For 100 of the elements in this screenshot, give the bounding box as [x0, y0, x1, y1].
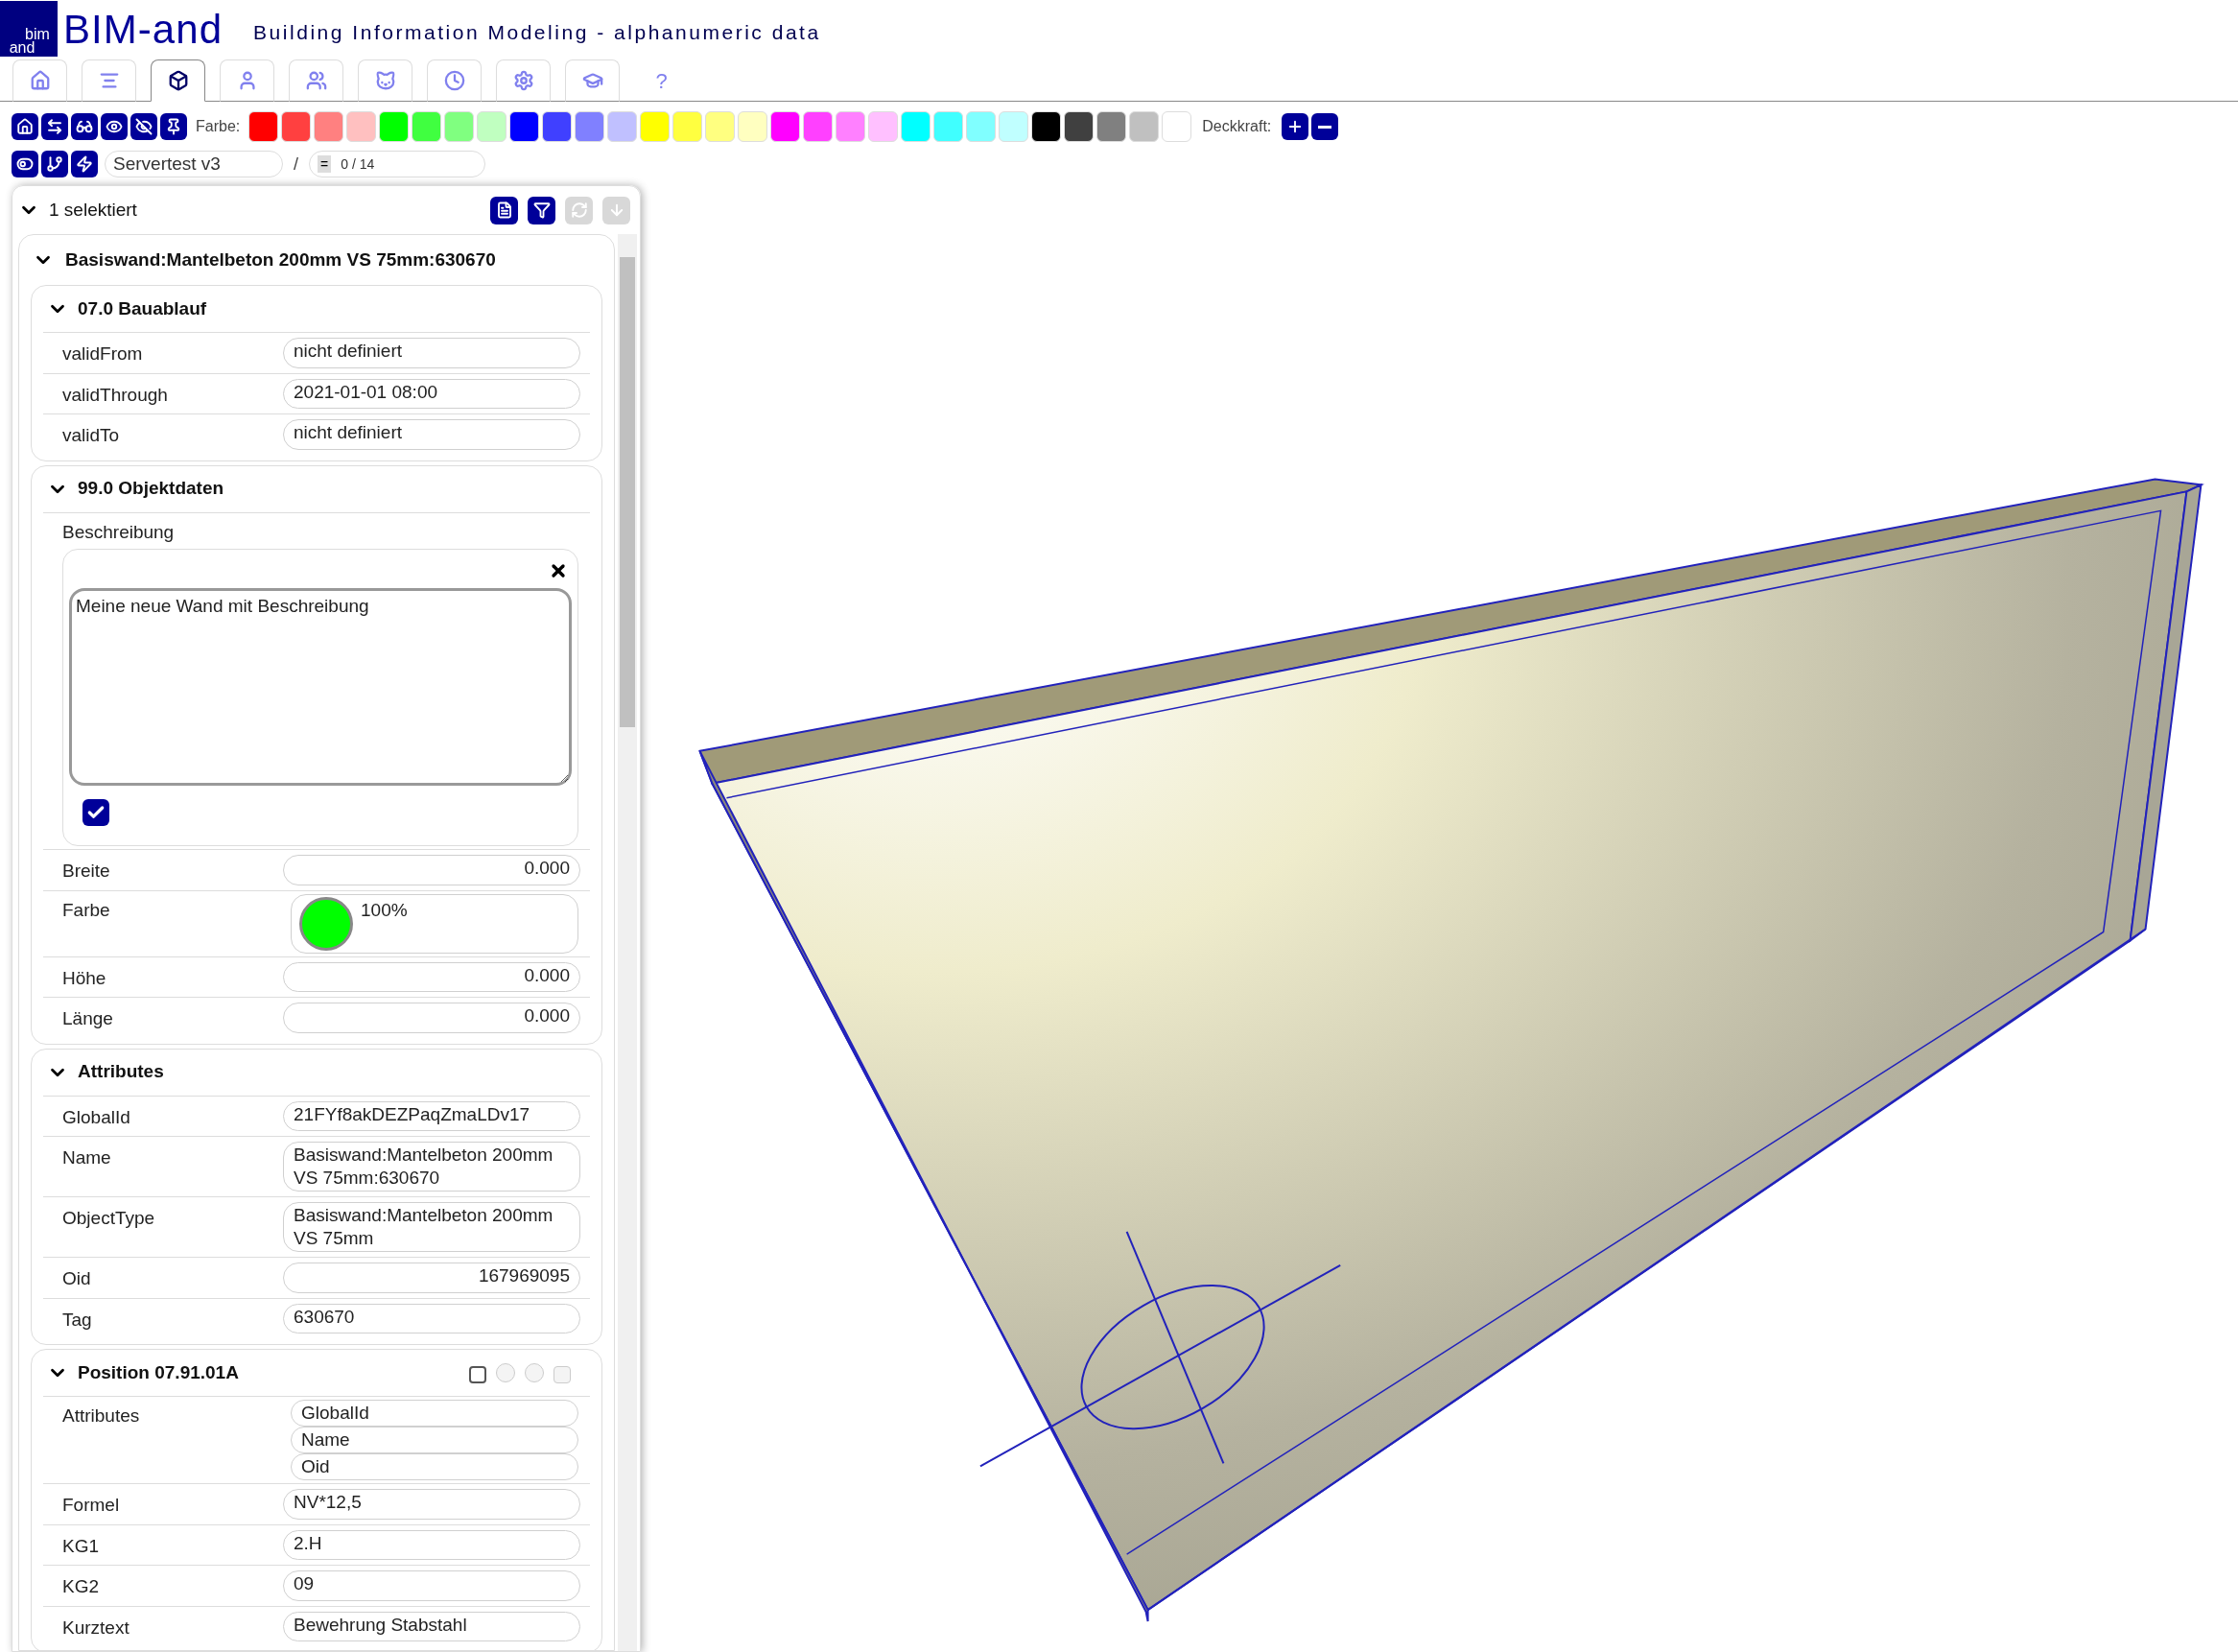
color-swatch[interactable] [999, 111, 1029, 142]
tool-button[interactable] [12, 113, 38, 140]
tool-button[interactable] [41, 113, 68, 140]
color-swatch[interactable] [672, 111, 703, 142]
color-swatch[interactable] [281, 111, 312, 142]
minus-icon [1318, 125, 1332, 129]
property-label: Formel [61, 1494, 121, 1517]
tool-button[interactable] [71, 151, 98, 177]
tool-button[interactable] [101, 113, 128, 140]
property-label: KG1 [61, 1534, 101, 1558]
color-swatch[interactable] [248, 111, 279, 142]
color-swatch[interactable] [803, 111, 834, 142]
color-swatch[interactable] [705, 111, 736, 142]
logo-text: and [9, 41, 36, 55]
tool-button[interactable] [41, 151, 68, 177]
tab[interactable] [151, 59, 205, 102]
scrollbar-thumb[interactable] [620, 257, 635, 727]
property-label: Attributes [61, 1404, 141, 1428]
color-swatch[interactable] [640, 111, 671, 142]
property-label: Kurztext [61, 1616, 130, 1640]
toggle-icon [16, 155, 34, 173]
branch-icon [46, 155, 63, 173]
color-swatch[interactable] [607, 111, 638, 142]
clock-icon [443, 70, 465, 91]
color-swatch[interactable] [1129, 111, 1160, 142]
tool-button[interactable] [71, 113, 98, 140]
color-swatch[interactable] [770, 111, 801, 142]
value-field[interactable]: Basiswand:Mantelbeton 200mm VS 75mm [283, 1202, 580, 1252]
opacity-value: 100% [361, 898, 408, 922]
tool-button[interactable] [12, 151, 38, 177]
color-swatch[interactable] [738, 111, 768, 142]
color-swatch[interactable] [509, 111, 540, 142]
color-swatch[interactable] [1096, 111, 1127, 142]
eye-slash-icon [135, 118, 153, 135]
color-label: Farbe: [196, 117, 241, 136]
color-swatch[interactable] [1064, 111, 1095, 142]
equals-icon: = [318, 155, 332, 173]
property-label: validThrough [61, 383, 169, 407]
object-title: Basiswand:Mantelbeton 200mm VS 75mm:630670 [65, 248, 496, 271]
eye-icon [106, 118, 123, 135]
section-title[interactable]: 99.0 Objektdaten [78, 475, 590, 503]
color-swatch[interactable] [1031, 111, 1062, 142]
tool-button[interactable] [160, 113, 187, 140]
color-field[interactable]: 100% [291, 893, 578, 954]
property-label: validTo [61, 424, 121, 447]
color-swatch[interactable] [412, 111, 442, 142]
home-icon [29, 70, 51, 91]
selection-title: 1 selektiert [49, 198, 138, 222]
logo-text: bim [25, 28, 50, 41]
settings-icon [512, 70, 534, 91]
color-swatch[interactable] [901, 111, 931, 142]
property-label: GlobalId [61, 1105, 131, 1129]
tool-button[interactable] [130, 113, 157, 140]
lines-icon [98, 70, 120, 91]
color-swatch[interactable] [444, 111, 475, 142]
color-swatch[interactable] [966, 111, 997, 142]
property-label: validFrom [61, 342, 144, 366]
pin-icon [165, 118, 182, 135]
home-icon [16, 118, 34, 135]
graduation-cap-icon [581, 70, 603, 91]
scrollbar[interactable] [618, 234, 637, 1651]
color-swatch[interactable] [542, 111, 573, 142]
color-swatch[interactable] [1162, 111, 1192, 142]
color-swatch[interactable] [477, 111, 507, 142]
revision-text: 0 / 14 [341, 154, 375, 174]
close-icon [549, 561, 568, 580]
color-swatch[interactable] [379, 111, 410, 142]
value-field[interactable]: Basiswand:Mantelbeton 200mm VS 75mm:630670 [283, 1142, 580, 1192]
color-swatch[interactable] [346, 111, 377, 142]
section-title[interactable]: Attributes [78, 1058, 590, 1086]
section-title[interactable]: Position 07.91.01A [78, 1358, 459, 1387]
tool-button[interactable] [1311, 113, 1339, 140]
property-label: Oid [61, 1267, 92, 1290]
property-label: Name [61, 1146, 112, 1169]
description-field[interactable]: Meine neue Wand mit Beschreibung [69, 588, 572, 786]
color-swatch[interactable] [868, 111, 899, 142]
subtitle: Building Information Modeling - alphanumeric data [253, 20, 821, 46]
color-swatch[interactable] [575, 111, 605, 142]
color-swatch[interactable] [933, 111, 964, 142]
color-swatch[interactable] [314, 111, 344, 142]
property-label: Höhe [61, 966, 107, 990]
panel-action-button[interactable] [490, 196, 518, 224]
property-label: Farbe [61, 898, 111, 922]
section-title[interactable]: 07.0 Bauablauf [78, 295, 590, 323]
checkbox[interactable] [82, 799, 109, 826]
filter-icon [532, 201, 551, 219]
tool-button[interactable] [1282, 113, 1309, 140]
property-label: KG2 [61, 1575, 101, 1598]
checkbox[interactable] [469, 1366, 486, 1383]
opacity-label: Deckkraft: [1202, 117, 1272, 136]
cube-icon [167, 70, 189, 91]
close-button[interactable] [549, 561, 568, 580]
document-icon [495, 201, 513, 219]
panel-action-button[interactable] [528, 196, 555, 224]
color-swatch[interactable] [836, 111, 866, 142]
property-label: ObjectType [61, 1207, 156, 1230]
separator-text: / [294, 153, 298, 176]
property-label: Breite [61, 860, 111, 883]
people-icon [305, 70, 327, 91]
swap-arrows-icon [46, 118, 63, 135]
